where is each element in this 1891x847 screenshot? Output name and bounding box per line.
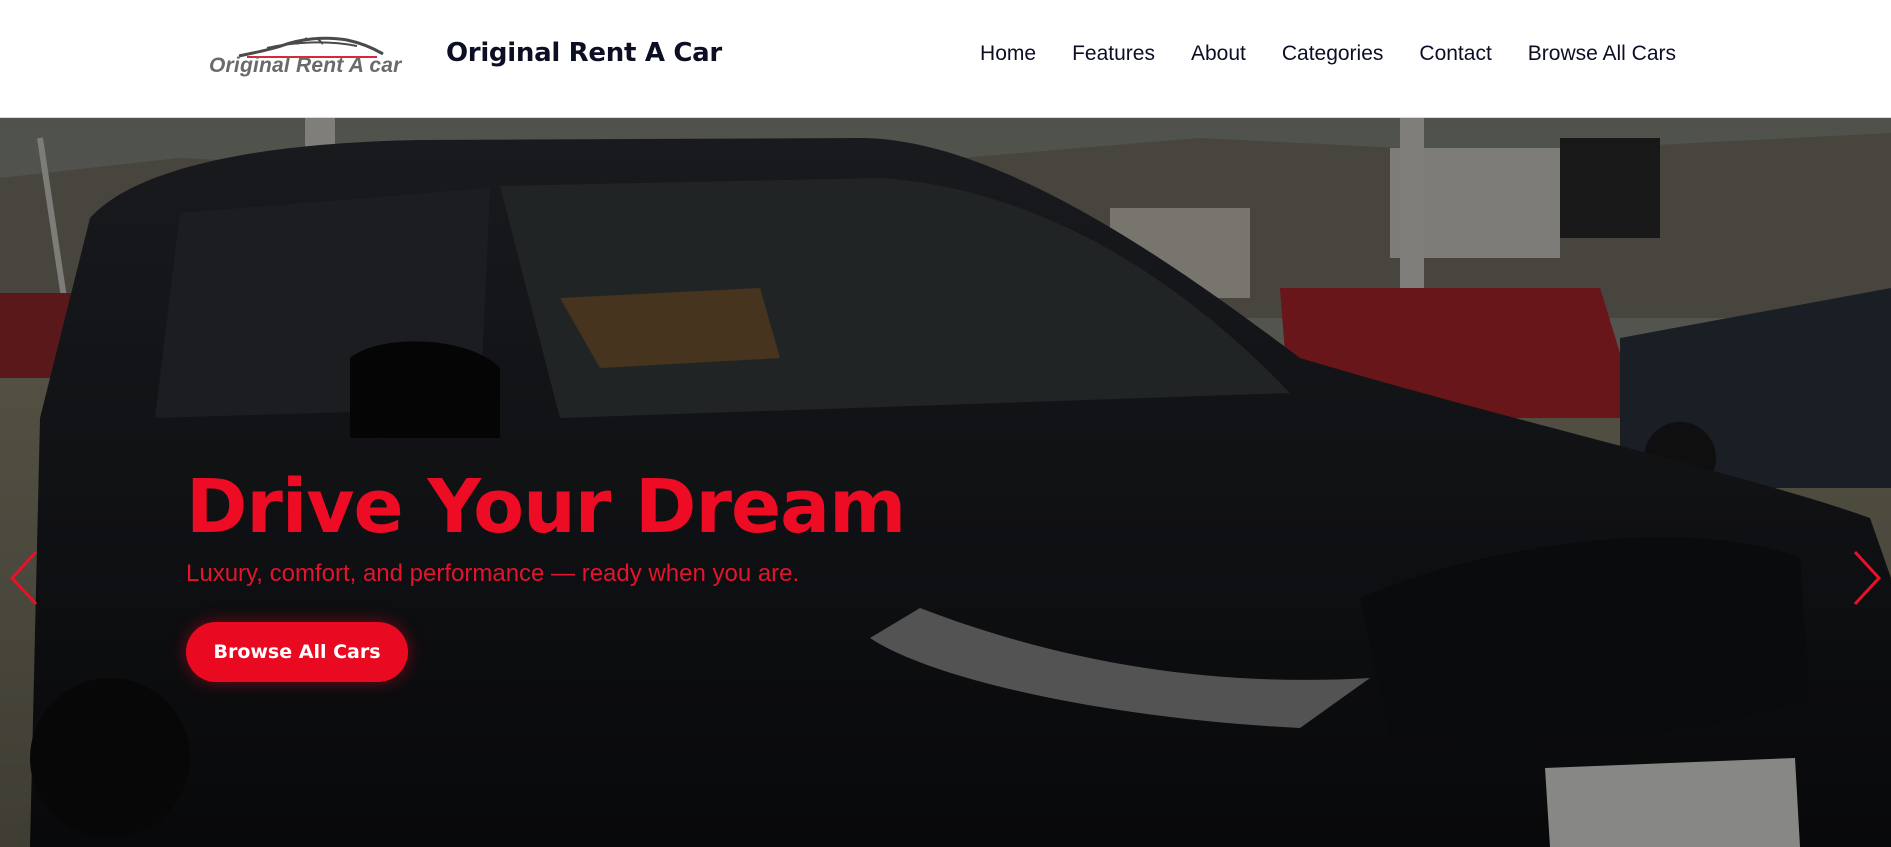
- logo[interactable]: Original Rent A car: [207, 30, 425, 86]
- hero-subtitle: Luxury, comfort, and performance — ready…: [186, 560, 800, 587]
- nav-browse-all-cars[interactable]: Browse All Cars: [1528, 42, 1676, 66]
- nav-home[interactable]: Home: [980, 42, 1036, 66]
- nav-about[interactable]: About: [1191, 42, 1246, 66]
- nav-features[interactable]: Features: [1072, 42, 1155, 66]
- hero-title: Drive Your Dream: [186, 464, 906, 550]
- site-header: Original Rent A car Original Rent A Car …: [0, 0, 1891, 118]
- slider-next-button[interactable]: [1845, 548, 1885, 608]
- nav-categories[interactable]: Categories: [1282, 42, 1384, 66]
- main-nav: Home Features About Categories Contact B…: [980, 42, 1676, 66]
- brand-name[interactable]: Original Rent A Car: [446, 38, 722, 68]
- logo-text: Original Rent A car: [209, 54, 402, 77]
- hero-slider: Drive Your Dream Luxury, comfort, and pe…: [0, 118, 1891, 847]
- nav-contact[interactable]: Contact: [1419, 42, 1491, 66]
- slider-prev-button[interactable]: [6, 548, 46, 608]
- chevron-right-icon: [1853, 550, 1882, 606]
- browse-all-cars-button[interactable]: Browse All Cars: [186, 622, 408, 682]
- chevron-left-icon: [9, 550, 38, 606]
